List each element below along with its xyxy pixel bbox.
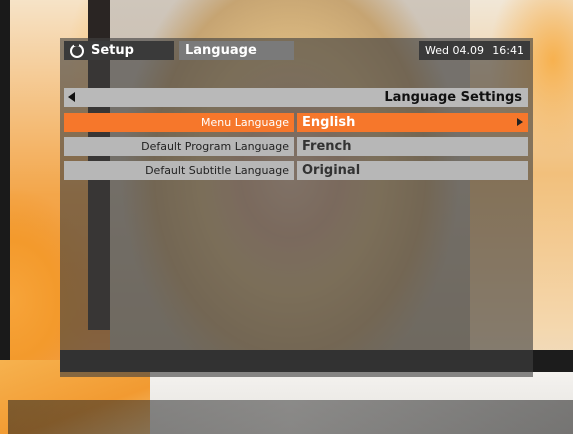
setup-label: Setup (91, 43, 134, 58)
right-triangle-icon[interactable] (517, 118, 523, 126)
clock-display: Wed 04.09 16:41 (419, 41, 530, 60)
setting-row-menu-language[interactable]: Menu Language English (64, 113, 528, 132)
setting-label: Menu Language (64, 113, 294, 132)
setting-row-subtitle-language[interactable]: Default Subtitle Language Original (64, 161, 528, 180)
left-triangle-icon[interactable] (68, 92, 75, 102)
setting-value-text: English (302, 115, 356, 130)
time-text: 16:41 (492, 44, 524, 57)
setting-value-text: French (302, 139, 352, 154)
setting-label: Default Subtitle Language (64, 161, 294, 180)
date-text: Wed 04.09 (425, 44, 484, 57)
ring-icon (70, 42, 84, 58)
background-dark-bottom (8, 400, 573, 434)
top-bar: Setup Language Wed 04.09 16:41 (64, 41, 530, 60)
section-title: Language Settings (384, 90, 522, 105)
setting-value[interactable]: French (297, 137, 528, 156)
setting-value[interactable]: English (297, 113, 528, 132)
setup-tab[interactable]: Setup (64, 41, 174, 60)
setting-value-text: Original (302, 163, 361, 178)
section-header: Language Settings (64, 88, 528, 107)
current-menu-title: Language (179, 41, 294, 60)
setting-value[interactable]: Original (297, 161, 528, 180)
setting-label: Default Program Language (64, 137, 294, 156)
setting-row-program-language[interactable]: Default Program Language French (64, 137, 528, 156)
